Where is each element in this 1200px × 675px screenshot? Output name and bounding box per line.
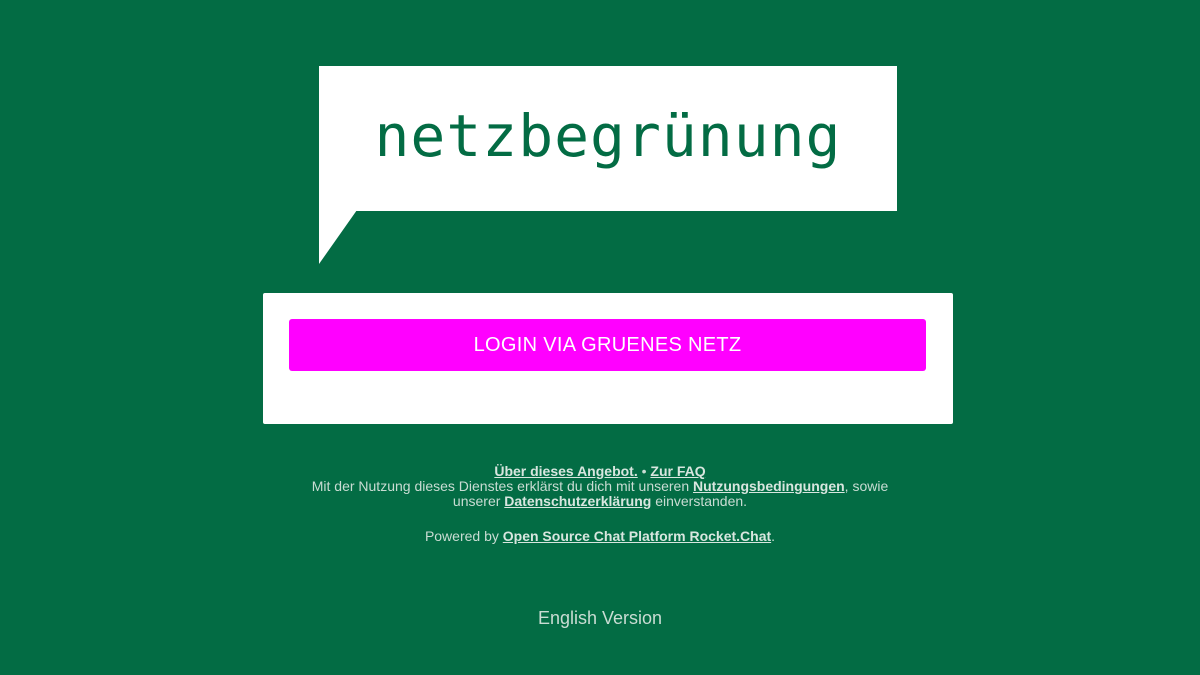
logo-speech-bubble: netzbegrünung [319,66,897,211]
login-page: netzbegrünung LOGIN VIA GRUENES NETZ Übe… [0,0,1200,675]
terms-link[interactable]: Nutzungsbedingungen [693,478,845,494]
powered-prefix: Powered by [424,528,503,544]
terms-middle: , sowie [844,478,889,494]
login-gruenes-netz-button[interactable]: LOGIN VIA GRUENES NETZ [289,319,926,371]
terms-prefix: Mit der Nutzung dieses Dienstes erklärst… [311,478,694,494]
privacy-suffix: einverstanden. [651,493,748,509]
footer-separator: • [637,463,651,479]
footer-links-line: Über dieses Angebot. • Zur FAQ [0,464,1200,479]
privacy-line: unserer Datenschutzerklärung einverstand… [0,494,1200,509]
powered-by: Powered by Open Source Chat Platform Roc… [0,528,1200,544]
speech-bubble-tail [319,210,357,264]
privacy-prefix: unserer [452,493,505,509]
rocket-chat-link[interactable]: Open Source Chat Platform Rocket.Chat [503,528,771,544]
login-card: LOGIN VIA GRUENES NETZ [263,293,953,424]
logo-text: netzbegrünung [374,101,842,170]
about-link[interactable]: Über dieses Angebot. [494,463,637,479]
privacy-link[interactable]: Datenschutzerklärung [504,493,651,509]
language-switch: English Version [0,608,1200,629]
powered-suffix: . [771,528,776,544]
footer-legal: Über dieses Angebot. • Zur FAQ Mit der N… [0,464,1200,509]
terms-line: Mit der Nutzung dieses Dienstes erklärst… [0,479,1200,494]
faq-link[interactable]: Zur FAQ [650,463,705,479]
english-version-link[interactable]: English Version [538,608,662,628]
